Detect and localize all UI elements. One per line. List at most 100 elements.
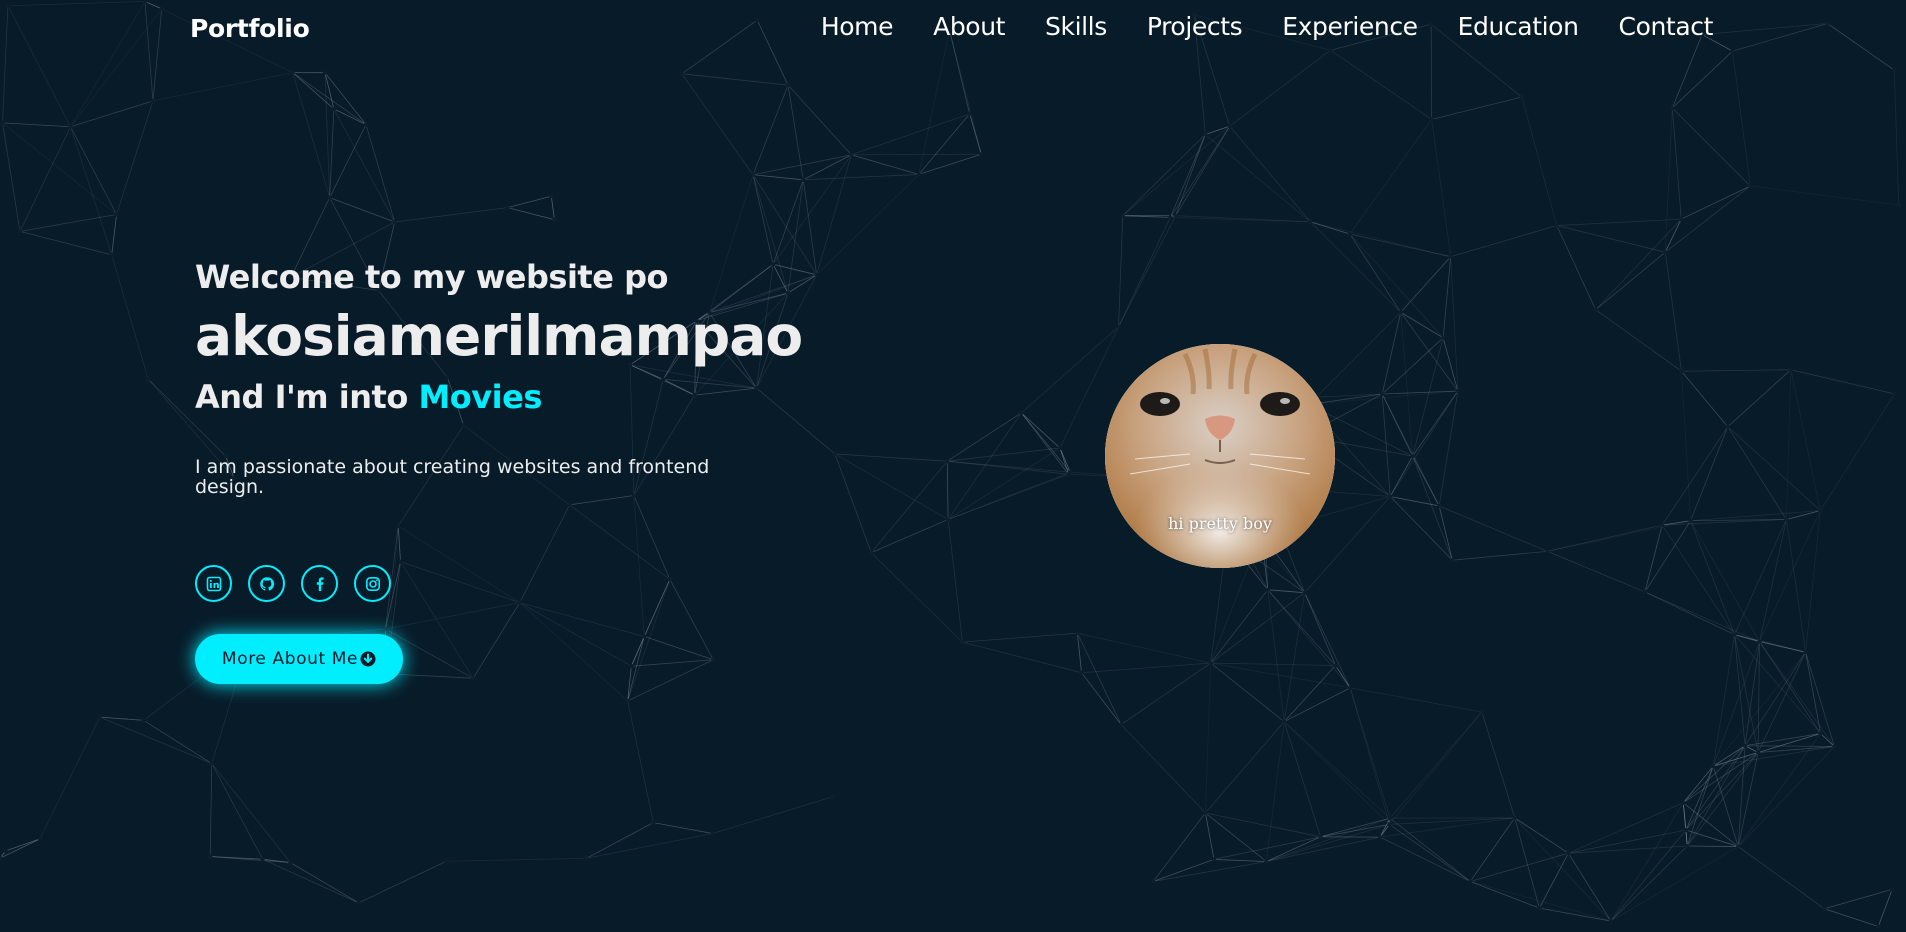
logo[interactable]: Portfolio — [190, 14, 310, 43]
network-node — [288, 860, 293, 865]
network-line — [1382, 390, 1458, 395]
facebook-link[interactable] — [301, 565, 338, 602]
network-node — [1387, 815, 1393, 821]
network-node — [505, 205, 510, 210]
network-node — [1757, 639, 1762, 644]
network-line — [519, 504, 570, 603]
network-line — [1685, 829, 1739, 847]
network-node — [1742, 743, 1748, 748]
nav-projects[interactable]: Projects — [1147, 12, 1243, 41]
network-line — [1210, 662, 1285, 723]
network-line — [507, 195, 552, 209]
network-node — [392, 219, 397, 225]
network-line — [39, 716, 101, 840]
network-line — [1431, 96, 1523, 120]
network-node — [1173, 213, 1178, 218]
network-node — [750, 172, 756, 177]
network-node — [967, 111, 972, 117]
nav-home[interactable]: Home — [821, 12, 894, 41]
network-line — [962, 641, 1082, 674]
network-line — [1734, 634, 1821, 734]
linkedin-link[interactable] — [195, 565, 232, 602]
network-line — [211, 763, 291, 863]
network-line — [1450, 256, 1459, 392]
network-line — [386, 673, 474, 679]
network-node — [1079, 670, 1084, 675]
network-line — [1547, 550, 1646, 593]
nav-about[interactable]: About — [933, 12, 1005, 41]
network-line — [1205, 134, 1311, 223]
network-line — [871, 519, 949, 553]
network-line — [5, 838, 41, 852]
network-node — [1818, 731, 1823, 736]
network-line — [385, 602, 520, 630]
network-line — [1266, 836, 1321, 862]
network-node — [1554, 223, 1559, 228]
network-node — [1308, 219, 1313, 225]
network-node — [517, 600, 523, 605]
network-node — [356, 900, 361, 906]
network-line — [627, 636, 645, 702]
network-line — [1120, 724, 1206, 814]
network-line — [962, 632, 1078, 643]
network-node — [37, 836, 43, 842]
more-about-me-button[interactable]: More About Me — [195, 634, 403, 684]
network-line — [752, 84, 789, 175]
network-line — [1118, 217, 1171, 327]
network-line — [507, 207, 555, 221]
network-node — [68, 124, 73, 129]
network-node — [1118, 722, 1124, 727]
network-line — [772, 154, 852, 265]
nav-contact[interactable]: Contact — [1619, 12, 1714, 41]
network-line — [1672, 107, 1751, 187]
network-line — [19, 126, 71, 232]
network-node — [1566, 850, 1571, 856]
network-node — [1681, 800, 1686, 805]
network-line — [947, 460, 1071, 473]
network-line — [772, 179, 804, 265]
network-node — [1755, 750, 1761, 755]
nav-experience[interactable]: Experience — [1282, 12, 1418, 41]
nav-education[interactable]: Education — [1458, 12, 1579, 41]
network-node — [1398, 310, 1403, 315]
nav-skills[interactable]: Skills — [1045, 12, 1107, 41]
network-line — [1712, 641, 1760, 767]
network-line — [1681, 371, 1691, 521]
network-node — [260, 856, 265, 862]
network-line — [1205, 812, 1321, 838]
network-node — [830, 794, 835, 800]
network-line — [1122, 125, 1231, 217]
network-line — [1389, 824, 1471, 882]
network-node — [114, 212, 119, 217]
network-line — [1205, 812, 1267, 862]
instagram-link[interactable] — [354, 565, 391, 602]
network-node — [290, 70, 295, 75]
network-line — [1389, 711, 1483, 825]
network-node — [1896, 202, 1901, 208]
github-link[interactable] — [248, 565, 285, 602]
interest-word: Movies — [418, 378, 542, 416]
network-line — [397, 526, 401, 562]
network-line — [1672, 50, 1733, 109]
network-line — [1021, 326, 1119, 414]
network-line — [1681, 369, 1791, 372]
bio-text: I am passionate about creating websites … — [195, 456, 710, 498]
navbar: Portfolio Home About Skills Projects Exp… — [0, 0, 1906, 58]
network-line — [752, 174, 774, 265]
network-line — [1664, 218, 1682, 253]
network-line — [1389, 390, 1459, 497]
network-node — [1545, 549, 1550, 554]
network-node — [1512, 815, 1517, 821]
network-line — [918, 153, 982, 175]
more-about-me-label: More About Me — [221, 649, 359, 669]
network-line — [1379, 824, 1390, 838]
page: Portfolio Home About Skills Projects Exp… — [0, 0, 1906, 932]
network-node — [667, 577, 673, 582]
network-line — [627, 659, 714, 702]
network-node — [1057, 445, 1063, 451]
network-node — [1710, 763, 1716, 769]
network-line — [1267, 589, 1336, 666]
network-node — [849, 152, 854, 158]
network-node — [1281, 719, 1287, 724]
network-line — [1210, 662, 1351, 689]
